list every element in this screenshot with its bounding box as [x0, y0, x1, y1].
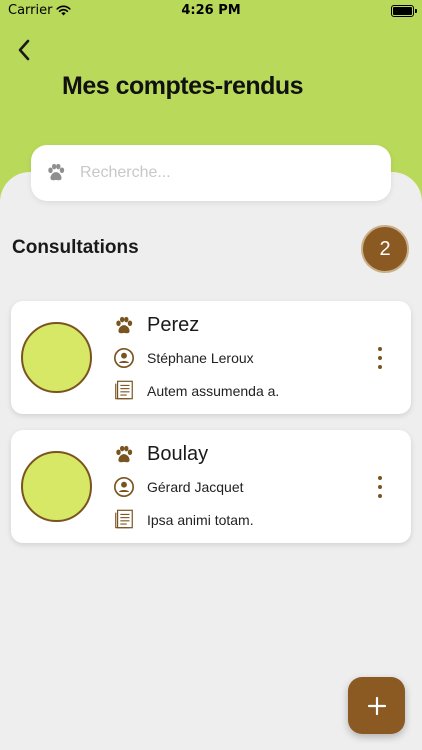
more-dot-icon	[378, 494, 382, 498]
more-dot-icon	[378, 485, 382, 489]
paw-icon	[48, 163, 65, 181]
document-icon	[115, 509, 133, 529]
battery-icon	[391, 5, 417, 17]
add-report-button[interactable]	[348, 677, 405, 734]
plus-icon	[367, 696, 386, 715]
document-icon	[115, 380, 133, 400]
back-button[interactable]	[12, 36, 36, 64]
search-input[interactable]	[80, 153, 376, 193]
person-icon	[114, 477, 134, 497]
animal-name: Perez	[147, 314, 200, 336]
status-time: 4:26 PM	[181, 3, 241, 18]
more-dot-icon	[378, 365, 382, 369]
status-bar: Carrier 4:26 PM	[0, 0, 422, 22]
vet-name: Stéphane Leroux	[147, 350, 254, 366]
page-title: Mes comptes-rendus	[62, 72, 304, 100]
vet-name: Gérard Jacquet	[147, 479, 244, 495]
paw-icon	[116, 316, 133, 334]
chevron-left-icon	[18, 39, 30, 61]
count-badge: 2	[361, 225, 409, 273]
more-dot-icon	[378, 476, 382, 480]
animal-avatar	[21, 451, 92, 522]
animal-name: Boulay	[147, 443, 209, 465]
report-note: Ipsa animi totam.	[147, 512, 254, 528]
more-dot-icon	[378, 356, 382, 360]
section-title: Consultations	[12, 237, 139, 258]
search-bar[interactable]	[31, 145, 391, 201]
report-note: Autem assumenda a.	[147, 383, 280, 399]
animal-avatar	[21, 322, 92, 393]
report-card[interactable]: Perez Stéphane Leroux Autem assumenda a.	[11, 301, 411, 414]
more-options-button[interactable]	[370, 345, 390, 371]
paw-icon	[116, 445, 133, 463]
report-card[interactable]: Boulay Gérard Jacquet Ipsa animi totam.	[11, 430, 411, 543]
more-dot-icon	[378, 347, 382, 351]
more-options-button[interactable]	[370, 474, 390, 500]
person-icon	[114, 348, 134, 368]
